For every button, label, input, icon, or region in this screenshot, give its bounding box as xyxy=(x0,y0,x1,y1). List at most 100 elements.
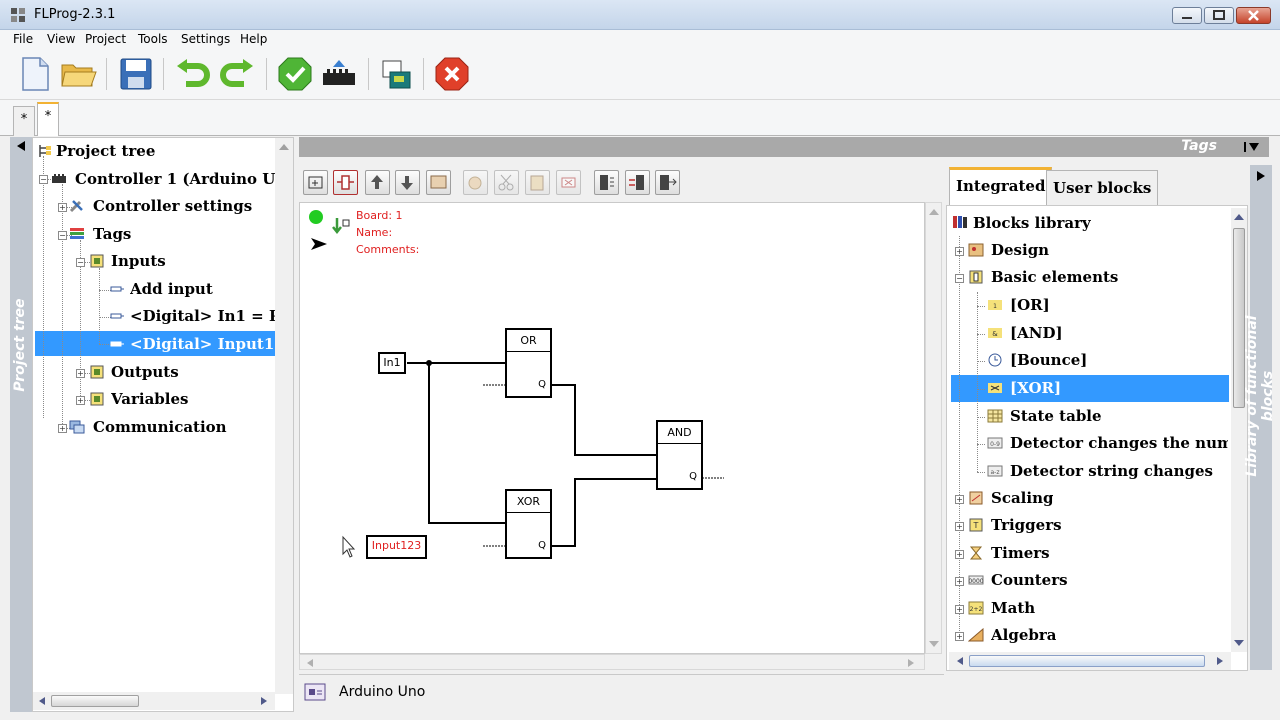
collapse-arrow-icon[interactable] xyxy=(310,237,328,251)
tree-communication-label[interactable]: Communication xyxy=(93,418,227,436)
board-name[interactable]: Name: xyxy=(356,226,392,239)
library-item-number-detector[interactable]: Detector changes the number xyxy=(1010,434,1228,452)
stop-button[interactable] xyxy=(433,55,471,93)
library-root-label[interactable]: Blocks library xyxy=(973,214,1091,232)
undo-button[interactable] xyxy=(174,55,212,93)
menu-settings[interactable]: Settings xyxy=(181,32,230,46)
library-item-bounce[interactable]: [Bounce] xyxy=(1010,351,1087,369)
verify-button[interactable] xyxy=(276,55,314,93)
tree-variables-label[interactable]: Variables xyxy=(111,390,188,408)
expand-variables[interactable]: + xyxy=(76,396,85,405)
library-group-math[interactable]: Math xyxy=(991,599,1035,617)
scroll-right-icon[interactable] xyxy=(1215,656,1225,666)
library-item-string-detector[interactable]: Detector string changes xyxy=(1010,462,1213,480)
library-group-triggers[interactable]: Triggers xyxy=(991,516,1062,534)
board-properties-button[interactable] xyxy=(426,170,451,195)
expand-triggers[interactable]: + xyxy=(955,522,964,531)
library-group-counters[interactable]: Counters xyxy=(991,571,1068,589)
expand-basic-elements[interactable]: − xyxy=(955,274,964,283)
expand-inputs[interactable]: − xyxy=(76,258,85,267)
library-design-label[interactable]: Design xyxy=(991,241,1049,259)
insert-output-button[interactable] xyxy=(655,170,680,195)
tag-input123[interactable]: Input123 xyxy=(366,535,427,559)
block-xor[interactable]: XOR Q xyxy=(505,489,552,559)
scroll-up-icon[interactable] xyxy=(278,142,290,152)
scroll-left-icon[interactable] xyxy=(955,656,965,666)
menu-file[interactable]: File xyxy=(13,32,33,46)
tree-add-input-label[interactable]: Add input xyxy=(130,280,213,298)
expand-communication[interactable]: + xyxy=(58,424,67,433)
tab-user-blocks[interactable]: User blocks xyxy=(1046,170,1159,205)
tag-in1[interactable]: In1 xyxy=(378,352,406,374)
library-item-state-table[interactable]: State table xyxy=(1010,407,1102,425)
tab-integrated[interactable]: Integrated xyxy=(949,167,1053,205)
library-horizontal-scrollbar[interactable] xyxy=(949,652,1231,670)
tree-tags-label[interactable]: Tags xyxy=(93,225,131,243)
diagram-canvas[interactable]: Board: 1 Name: Comments: In1 Input123 OR… xyxy=(299,202,925,654)
scroll-left-icon[interactable] xyxy=(305,658,315,668)
expand-controller[interactable]: − xyxy=(39,175,48,184)
collapse-right-icon[interactable] xyxy=(1255,170,1267,182)
minimize-button[interactable] xyxy=(1172,7,1202,24)
board-sort-icon[interactable] xyxy=(332,217,350,237)
project-tree-strip[interactable]: Project tree xyxy=(10,137,32,712)
compile-upload-button[interactable] xyxy=(320,55,358,93)
board-comments[interactable]: Comments: xyxy=(356,243,419,256)
library-hscroll-thumb[interactable] xyxy=(969,655,1205,667)
collapse-down-icon[interactable] xyxy=(1243,141,1261,153)
maximize-button[interactable] xyxy=(1204,7,1234,24)
save-button[interactable] xyxy=(117,55,155,93)
library-group-timers[interactable]: Timers xyxy=(991,544,1050,562)
tree-controller-settings-label[interactable]: Controller settings xyxy=(93,197,252,215)
tags-panel-label[interactable]: Tags xyxy=(1181,138,1217,154)
scroll-down-icon[interactable] xyxy=(928,639,940,649)
scroll-right-icon[interactable] xyxy=(259,696,269,706)
menu-view[interactable]: View xyxy=(47,32,75,46)
doc-tab-1[interactable]: * xyxy=(13,106,35,136)
new-file-button[interactable] xyxy=(16,55,54,93)
insert-board-button[interactable] xyxy=(303,170,328,195)
expand-outputs[interactable]: + xyxy=(76,369,85,378)
menu-help[interactable]: Help xyxy=(240,32,267,46)
tree-digital-input123-label[interactable]: <Digital> Input123 xyxy=(130,335,275,353)
tree-hscroll-thumb[interactable] xyxy=(51,695,139,707)
board-settings-button[interactable] xyxy=(377,55,415,93)
align-right-button[interactable] xyxy=(625,170,650,195)
tree-root-label[interactable]: Project tree xyxy=(56,142,155,160)
expand-counters[interactable]: + xyxy=(955,577,964,586)
expand-timers[interactable]: + xyxy=(955,550,964,559)
expand-tags[interactable]: − xyxy=(58,231,67,240)
block-or[interactable]: OR Q xyxy=(505,328,552,398)
library-basic-label[interactable]: Basic elements xyxy=(991,268,1118,286)
tree-outputs-label[interactable]: Outputs xyxy=(111,363,179,381)
add-block-button[interactable] xyxy=(333,170,358,195)
move-down-button[interactable] xyxy=(395,170,420,195)
tree-controller-label[interactable]: Controller 1 (Arduino Uno xyxy=(75,170,275,188)
expand-algebra[interactable]: + xyxy=(955,632,964,641)
library-item-and[interactable]: [AND] xyxy=(1010,324,1063,342)
collapse-left-icon[interactable] xyxy=(15,140,27,152)
menu-project[interactable]: Project xyxy=(85,32,126,46)
menu-tools[interactable]: Tools xyxy=(138,32,168,46)
library-item-xor[interactable]: [XOR] xyxy=(1010,379,1061,397)
move-up-button[interactable] xyxy=(365,170,390,195)
scroll-up-icon[interactable] xyxy=(1233,212,1245,222)
align-left-button[interactable] xyxy=(594,170,619,195)
redo-button[interactable] xyxy=(218,55,256,93)
scroll-down-icon[interactable] xyxy=(1233,638,1245,648)
tree-inputs-label[interactable]: Inputs xyxy=(111,252,166,270)
tree-vertical-scrollbar[interactable] xyxy=(275,138,293,694)
scroll-up-icon[interactable] xyxy=(928,207,940,217)
doc-tab-2[interactable]: * xyxy=(37,102,59,136)
expand-design[interactable]: + xyxy=(955,247,964,256)
expand-scaling[interactable]: + xyxy=(955,495,964,504)
tree-digital-in1-label[interactable]: <Digital> In1 = Pin xyxy=(130,307,275,325)
scroll-right-icon[interactable] xyxy=(906,658,916,668)
close-window-button[interactable] xyxy=(1236,7,1271,24)
delete-block-button[interactable] xyxy=(556,170,581,195)
library-group-algebra[interactable]: Algebra xyxy=(991,626,1056,644)
paste-button[interactable] xyxy=(525,170,550,195)
hand-tool-button[interactable] xyxy=(463,170,488,195)
library-group-scaling[interactable]: Scaling xyxy=(991,489,1053,507)
expand-controller-settings[interactable]: + xyxy=(58,203,67,212)
